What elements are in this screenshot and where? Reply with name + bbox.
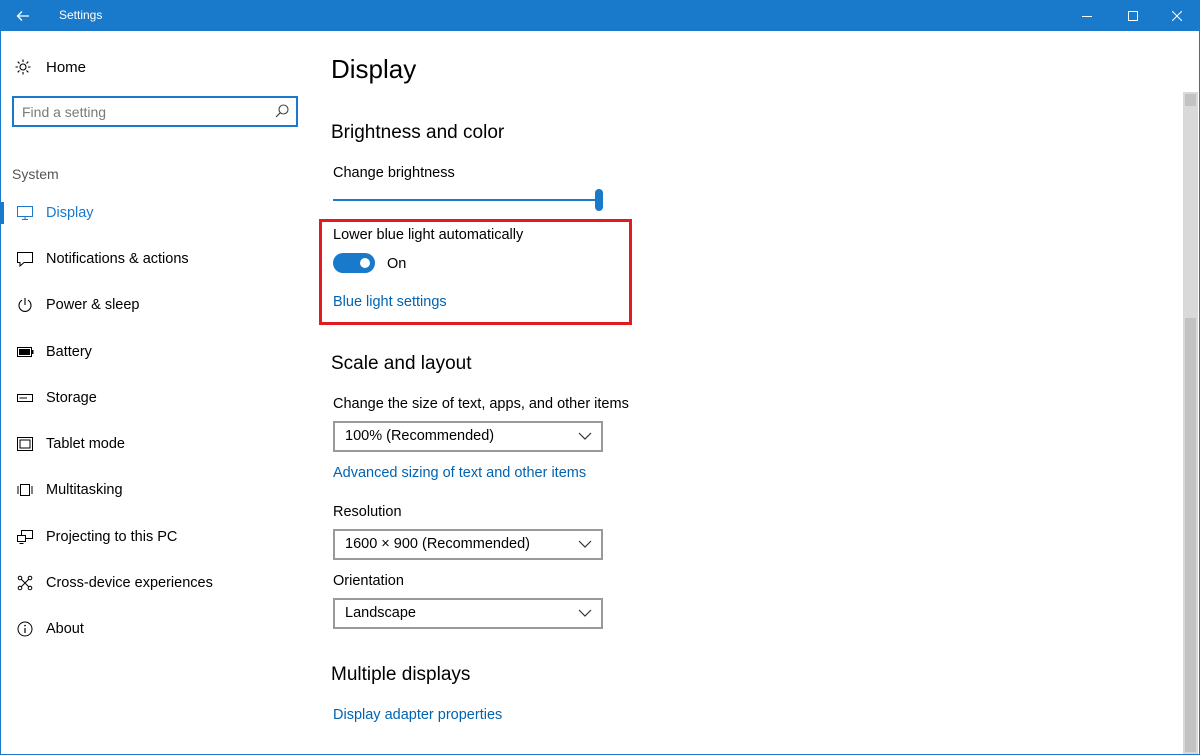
sidebar-home[interactable]: Home — [14, 56, 86, 78]
advanced-sizing-link[interactable]: Advanced sizing of text and other items — [333, 465, 586, 481]
back-arrow-icon — [16, 10, 30, 22]
close-icon — [1172, 11, 1182, 21]
page-title: Display — [331, 54, 416, 85]
slider-track — [333, 199, 598, 201]
resolution-value: 1600 × 900 (Recommended) — [345, 536, 530, 552]
brightness-label: Change brightness — [333, 165, 455, 181]
close-button[interactable] — [1154, 0, 1200, 31]
search-icon[interactable] — [274, 103, 290, 124]
sidebar-item-storage[interactable]: Storage — [0, 378, 300, 418]
display-adapter-link[interactable]: Display adapter properties — [333, 707, 502, 723]
info-icon — [0, 621, 46, 637]
resolution-dropdown[interactable]: 1600 × 900 (Recommended) — [333, 529, 603, 560]
storage-icon — [0, 394, 46, 402]
size-label: Change the size of text, apps, and other… — [333, 396, 629, 412]
multitasking-icon — [0, 484, 46, 496]
sidebar-item-display[interactable]: Display — [0, 193, 300, 233]
slider-thumb[interactable] — [595, 189, 603, 211]
minimize-button[interactable] — [1064, 0, 1110, 31]
scrollbar-thumb[interactable] — [1185, 318, 1196, 752]
window-title: Settings — [59, 8, 102, 22]
power-icon — [0, 297, 46, 313]
title-bar: Settings — [0, 0, 1200, 31]
back-button[interactable] — [0, 0, 46, 31]
sidebar-item-notifications[interactable]: Notifications & actions — [0, 239, 300, 279]
toggle-state-label: On — [387, 256, 406, 272]
projecting-icon — [0, 530, 46, 544]
sidebar-item-tablet-mode[interactable]: Tablet mode — [0, 424, 300, 464]
sidebar-item-about[interactable]: About — [0, 609, 300, 649]
sidebar-item-label: Notifications & actions — [46, 251, 189, 267]
tablet-icon — [0, 437, 46, 451]
maximize-icon — [1128, 11, 1138, 21]
search-box[interactable] — [12, 96, 298, 127]
minimize-icon — [1082, 11, 1092, 21]
monitor-icon — [0, 206, 46, 220]
maximize-button[interactable] — [1110, 0, 1156, 31]
resolution-label: Resolution — [333, 504, 402, 520]
sidebar-home-label: Home — [46, 59, 86, 76]
gear-icon — [14, 58, 34, 76]
chevron-down-icon — [578, 539, 592, 549]
scale-heading: Scale and layout — [331, 353, 472, 375]
night-light-label: Lower blue light automatically — [333, 227, 523, 243]
size-value: 100% (Recommended) — [345, 428, 494, 444]
sidebar-item-label: Tablet mode — [46, 436, 125, 452]
sidebar-item-label: Storage — [46, 390, 97, 406]
sidebar-item-label: About — [46, 621, 84, 637]
sidebar-item-projecting[interactable]: Projecting to this PC — [0, 517, 300, 557]
multiple-displays-heading: Multiple displays — [331, 664, 470, 686]
scrollbar[interactable] — [1183, 92, 1198, 754]
scrollbar-up[interactable] — [1185, 94, 1196, 106]
sidebar-item-label: Display — [46, 205, 94, 221]
notification-icon — [0, 252, 46, 267]
orientation-label: Orientation — [333, 573, 404, 589]
sidebar-item-label: Battery — [46, 344, 92, 360]
orientation-dropdown[interactable]: Landscape — [333, 598, 603, 629]
sidebar-item-label: Cross-device experiences — [46, 575, 213, 591]
blue-light-settings-link[interactable]: Blue light settings — [333, 294, 447, 310]
night-light-toggle[interactable] — [333, 253, 375, 273]
sidebar-item-label: Multitasking — [46, 482, 123, 498]
sidebar-section-label: System — [12, 166, 59, 182]
search-input[interactable] — [22, 102, 262, 122]
chevron-down-icon — [578, 431, 592, 441]
brightness-slider[interactable] — [333, 188, 603, 212]
size-dropdown[interactable]: 100% (Recommended) — [333, 421, 603, 452]
sidebar-item-power[interactable]: Power & sleep — [0, 285, 300, 325]
sidebar-item-label: Power & sleep — [46, 297, 140, 313]
toggle-knob — [360, 258, 370, 268]
battery-icon — [0, 347, 46, 357]
chevron-down-icon — [578, 608, 592, 618]
brightness-heading: Brightness and color — [331, 122, 504, 144]
cross-device-icon — [0, 575, 46, 591]
sidebar-item-label: Projecting to this PC — [46, 529, 177, 545]
sidebar-item-cross-device[interactable]: Cross-device experiences — [0, 563, 300, 603]
sidebar-item-multitasking[interactable]: Multitasking — [0, 470, 300, 510]
sidebar-item-battery[interactable]: Battery — [0, 332, 300, 372]
orientation-value: Landscape — [345, 605, 416, 621]
